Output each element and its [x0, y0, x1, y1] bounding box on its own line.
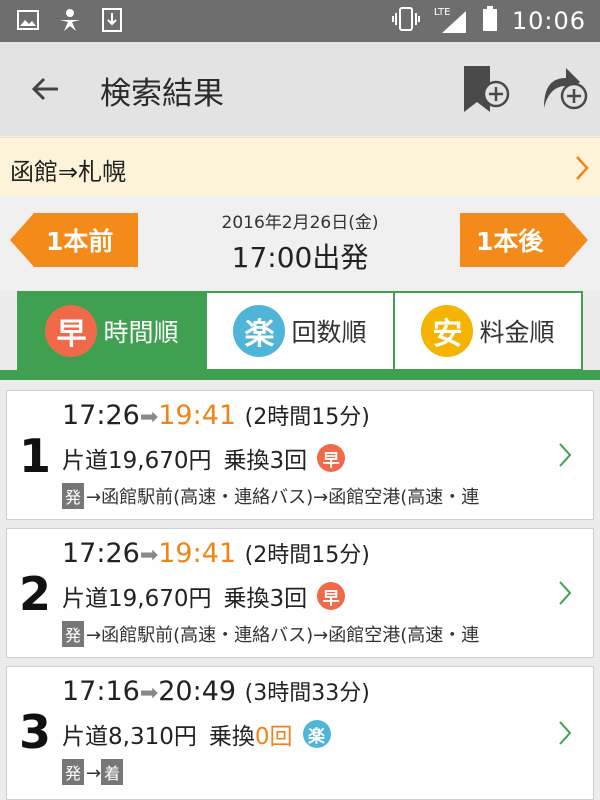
arrival-tag: 着 [101, 759, 124, 785]
date-navigation: 1本前 2016年2月26日(金) 17:00出発 1本後 [0, 196, 600, 290]
fast-badge-icon: 早 [45, 305, 98, 357]
page-title: 検索結果 [100, 76, 224, 112]
cheap-badge-icon: 安 [421, 305, 474, 357]
fast-badge-icon: 早 [317, 582, 346, 610]
fare: 片道8,310円 [62, 724, 197, 750]
back-arrow-icon [31, 77, 58, 101]
signal-icon: LTE [434, 7, 468, 35]
tab-sort-by-time[interactable]: 早 時間順 [17, 291, 207, 371]
route-bar[interactable]: 函館⇒札幌 [0, 137, 600, 197]
arrow-icon: ➡ [139, 405, 159, 430]
route-text: 函館⇒札幌 [10, 158, 127, 186]
image-icon [16, 8, 40, 32]
bookmark-add-button[interactable] [460, 64, 510, 116]
result-number: 1 [19, 429, 52, 483]
fare-summary: 片道19,670円 乗換 3回 早 [62, 579, 346, 613]
download-icon [100, 8, 124, 32]
departure-time: 17:16 [62, 676, 140, 707]
chevron-right-icon [559, 581, 572, 605]
person-icon [58, 8, 82, 32]
share-add-button[interactable] [538, 64, 590, 116]
share-add-icon [544, 68, 588, 110]
transfer-label: 乗換 [208, 724, 255, 750]
fast-badge-icon: 早 [317, 444, 346, 472]
fare: 片道19,670円 [62, 448, 212, 474]
departure-tag: 発 [62, 483, 85, 509]
status-bar: LTE 10:06 [0, 0, 600, 42]
transfer-label: 乗換 [223, 448, 270, 474]
route-result-card[interactable]: 1 17:26➡19:41 (2時間15分) 片道19,670円 乗換 3回 早 … [6, 390, 594, 520]
tabs-divider [0, 370, 600, 380]
duration: (2時間15分) [244, 405, 370, 430]
arrival-time: 19:41 [158, 400, 237, 431]
result-number: 3 [19, 705, 52, 759]
tab-label: 回数順 [291, 318, 367, 347]
fare-summary: 片道19,670円 乗換 3回 早 [62, 441, 346, 475]
route-result-card[interactable]: 3 17:16➡20:49 (3時間33分) 片道8,310円 乗換 0回 楽 発… [6, 666, 594, 800]
arrow-icon: ➡ [139, 543, 159, 568]
arrival-time: 19:41 [158, 538, 237, 569]
tab-label: 時間順 [103, 318, 179, 347]
duration: (2時間15分) [244, 543, 370, 568]
next-train-button[interactable]: 1本後 [460, 213, 588, 267]
departure-time: 17:26 [62, 538, 140, 569]
tab-label: 料金順 [479, 318, 555, 347]
result-number: 2 [19, 567, 52, 621]
easy-badge-icon: 楽 [233, 305, 286, 357]
back-button[interactable] [26, 72, 66, 106]
battery-icon [482, 6, 498, 36]
results-list: 1 17:26➡19:41 (2時間15分) 片道19,670円 乗換 3回 早 … [0, 380, 600, 800]
departure-tag: 発 [62, 621, 85, 647]
chevron-right-icon [559, 443, 572, 467]
vibrate-icon [391, 7, 420, 35]
sort-tabs: 早 時間順 楽 回数順 安 料金順 [17, 291, 583, 371]
bookmark-add-icon [464, 66, 510, 112]
chevron-right-icon [559, 721, 572, 745]
app-bar: 検索結果 [0, 42, 600, 136]
path-text: →函館駅前(高速・連絡バス)→函館空港(高速・連 [86, 487, 480, 508]
easy-badge-icon: 楽 [302, 720, 331, 748]
fare-summary: 片道8,310円 乗換 0回 楽 [62, 717, 331, 751]
path-arrow: → [86, 763, 102, 784]
time-summary: 17:16➡20:49 (3時間33分) [62, 675, 370, 707]
path-text: →函館駅前(高速・連絡バス)→函館空港(高速・連 [86, 625, 480, 646]
next-train-label: 1本後 [476, 227, 544, 256]
route-path: 発 → 着 [62, 759, 552, 785]
time-summary: 17:26➡19:41 (2時間15分) [62, 399, 370, 431]
arrow-icon: ➡ [139, 681, 159, 706]
arrival-time: 20:49 [158, 676, 237, 707]
transfer-count: 3回 [269, 586, 308, 612]
route-result-card[interactable]: 2 17:26➡19:41 (2時間15分) 片道19,670円 乗換 3回 早 … [6, 528, 594, 658]
chevron-right-icon [576, 156, 589, 180]
transfer-count: 0回 [254, 724, 293, 750]
duration: (3時間33分) [244, 681, 370, 706]
fare: 片道19,670円 [62, 586, 212, 612]
route-path: 発 →函館駅前(高速・連絡バス)→函館空港(高速・連 [62, 483, 552, 509]
departure-time: 17:26 [62, 400, 140, 431]
tab-sort-by-transfers[interactable]: 楽 回数順 [207, 291, 395, 371]
transfer-label: 乗換 [223, 586, 270, 612]
time-summary: 17:26➡19:41 (2時間15分) [62, 537, 370, 569]
clock: 10:06 [511, 7, 586, 35]
tab-sort-by-fare[interactable]: 安 料金順 [395, 291, 583, 371]
transfer-count: 3回 [269, 448, 308, 474]
route-path: 発 →函館駅前(高速・連絡バス)→函館空港(高速・連 [62, 621, 552, 647]
departure-tag: 発 [62, 759, 85, 785]
